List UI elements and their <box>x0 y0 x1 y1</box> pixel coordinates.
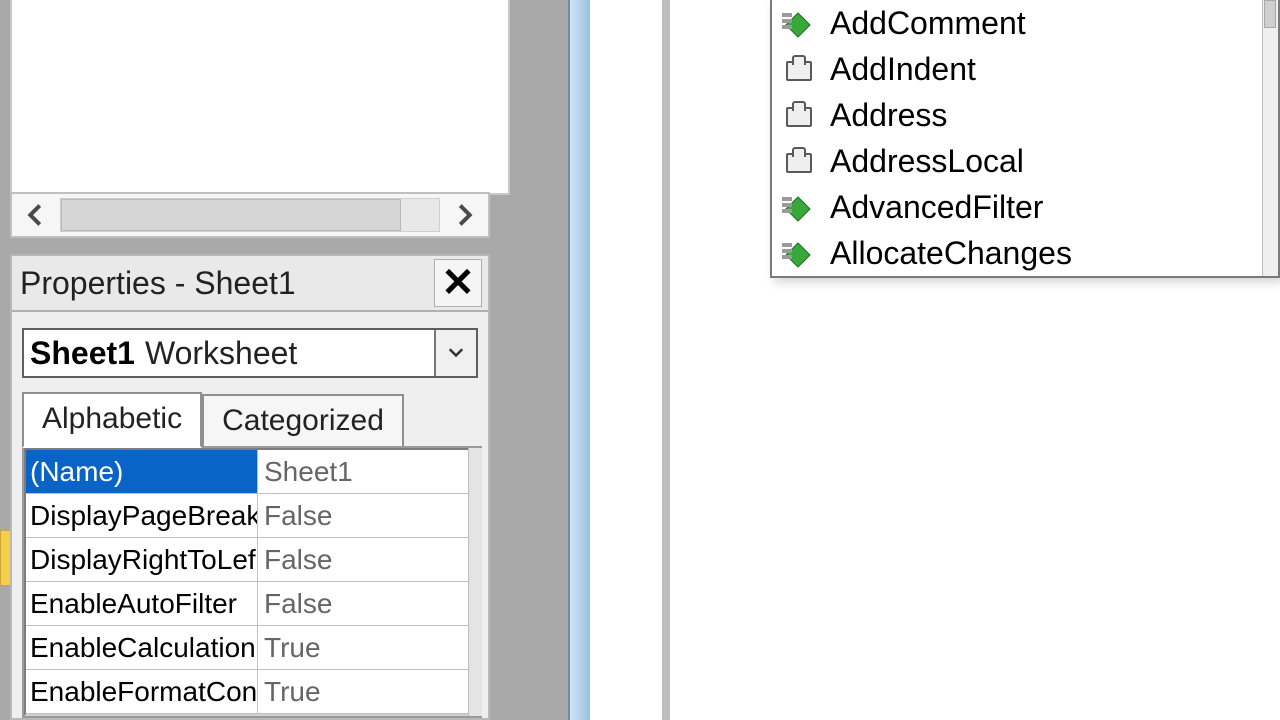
object-name: Sheet1 <box>24 335 135 372</box>
object-type: Worksheet <box>135 335 297 372</box>
property-name: EnableAutoFilter <box>26 582 258 625</box>
properties-grid-scrollbar[interactable] <box>468 448 482 716</box>
properties-titlebar: Properties - Sheet1 ✕ <box>12 256 488 312</box>
property-name: DisplayPageBreak <box>26 494 258 537</box>
property-row[interactable]: DisplayRightToLef False <box>26 538 478 582</box>
intellisense-item-label: Address <box>830 97 947 134</box>
properties-tabs: Alphabetic Categorized <box>22 390 488 446</box>
scroll-track[interactable] <box>60 198 440 232</box>
intellisense-item-label: AddIndent <box>830 51 976 88</box>
property-row[interactable]: EnableFormatCon True <box>26 670 478 714</box>
method-icon <box>782 193 816 221</box>
chevron-down-icon <box>448 348 464 358</box>
close-button[interactable]: ✕ <box>434 259 482 307</box>
code-pane: AddComment AddIndent Address AddressLoca… <box>670 0 1280 720</box>
scroll-left-button[interactable] <box>12 194 58 236</box>
property-icon <box>782 55 816 83</box>
object-dropdown-button[interactable] <box>434 330 476 376</box>
intellisense-item[interactable]: AllocateChanges <box>772 230 1278 276</box>
vertical-separator[interactable] <box>662 0 670 720</box>
intellisense-item[interactable]: AddIndent <box>772 46 1278 92</box>
intellisense-list: AddComment AddIndent Address AddressLoca… <box>772 0 1278 276</box>
scroll-thumb[interactable] <box>61 199 401 231</box>
splitter-gap <box>590 0 670 720</box>
properties-panel: Properties - Sheet1 ✕ Sheet1 Worksheet A… <box>10 254 490 720</box>
tab-alphabetic[interactable]: Alphabetic <box>22 392 202 448</box>
property-row[interactable]: EnableAutoFilter False <box>26 582 478 626</box>
intellisense-item-label: AddressLocal <box>830 143 1024 180</box>
property-name: DisplayRightToLef <box>26 538 258 581</box>
left-dock: Properties - Sheet1 ✕ Sheet1 Worksheet A… <box>0 0 590 720</box>
property-row[interactable]: (Name) Sheet1 <box>26 450 478 494</box>
intellisense-item[interactable]: AdvancedFilter <box>772 184 1278 230</box>
property-value[interactable]: False <box>258 494 478 537</box>
property-name: (Name) <box>26 450 258 493</box>
property-icon <box>782 147 816 175</box>
property-row[interactable]: EnableCalculation True <box>26 626 478 670</box>
method-icon <box>782 239 816 267</box>
intellisense-item-label: AdvancedFilter <box>830 189 1043 226</box>
intellisense-scroll-thumb[interactable] <box>1264 0 1276 28</box>
intellisense-item-label: AllocateChanges <box>830 235 1072 272</box>
scroll-right-button[interactable] <box>442 194 488 236</box>
properties-grid: (Name) Sheet1 DisplayPageBreak False Dis… <box>22 446 482 718</box>
properties-title-text: Properties - Sheet1 <box>20 265 296 302</box>
property-icon <box>782 101 816 129</box>
tab-categorized[interactable]: Categorized <box>202 394 404 448</box>
close-icon: ✕ <box>441 263 475 303</box>
tab-alphabetic-label: Alphabetic <box>42 402 182 435</box>
method-icon <box>782 9 816 37</box>
property-name: EnableFormatCon <box>26 670 258 713</box>
property-value[interactable]: True <box>258 670 478 713</box>
intellisense-item-label: AddComment <box>830 5 1026 42</box>
object-selector[interactable]: Sheet1 Worksheet <box>22 328 478 378</box>
property-value[interactable]: Sheet1 <box>258 450 478 493</box>
project-horizontal-scrollbar[interactable] <box>10 192 490 238</box>
property-value[interactable]: False <box>258 582 478 625</box>
property-row[interactable]: DisplayPageBreak False <box>26 494 478 538</box>
intellisense-item[interactable]: AddressLocal <box>772 138 1278 184</box>
intellisense-item[interactable]: Address <box>772 92 1278 138</box>
intellisense-scrollbar[interactable] <box>1262 0 1278 276</box>
property-name: EnableCalculation <box>26 626 258 669</box>
property-value[interactable]: False <box>258 538 478 581</box>
intellisense-popup: AddComment AddIndent Address AddressLoca… <box>770 0 1280 278</box>
intellisense-item[interactable]: AddComment <box>772 0 1278 46</box>
tab-categorized-label: Categorized <box>222 404 384 437</box>
project-explorer-area <box>10 0 510 195</box>
property-value[interactable]: True <box>258 626 478 669</box>
